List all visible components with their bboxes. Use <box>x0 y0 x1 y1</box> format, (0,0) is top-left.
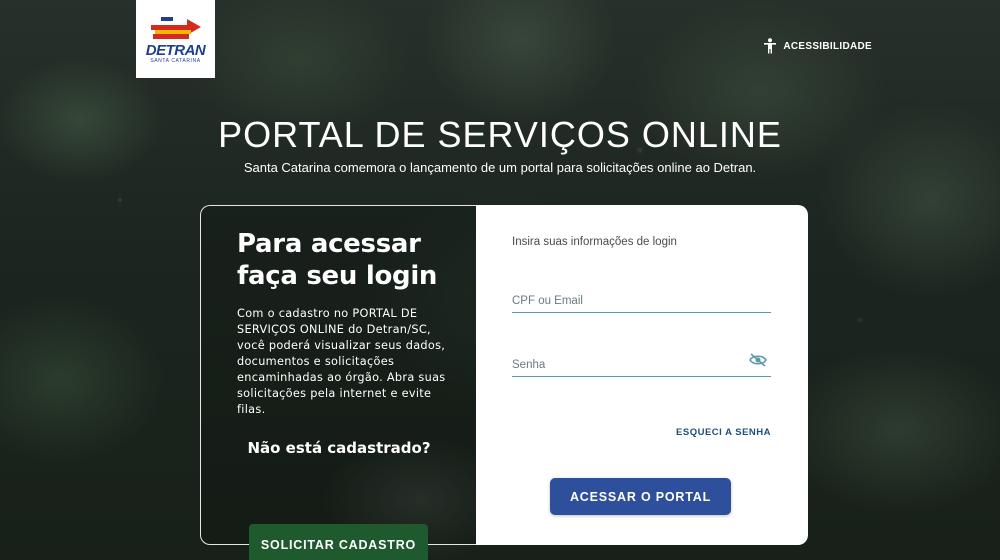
login-prompt: Insira suas informações de login <box>512 236 677 248</box>
login-card: Para acessar faça seu login Com o cadast… <box>200 205 808 560</box>
page-subtitle: Santa Catarina comemora o lançamento de … <box>243 160 757 175</box>
info-description: Com o cadastro no PORTAL DE SERVIÇOS ONL… <box>237 307 446 416</box>
detran-logo[interactable]: DETRAN SANTA CATARINA <box>136 0 215 78</box>
logo-wordmark: DETRAN <box>145 41 206 59</box>
register-button[interactable]: SOLICITAR CADASTRO <box>249 524 428 560</box>
info-title-line-2: faça seu login <box>237 261 438 291</box>
info-panel: Para acessar faça seu login Com o cadast… <box>200 205 476 560</box>
register-question: Não está cadastrado? <box>247 439 431 457</box>
eye-off-icon[interactable] <box>749 352 767 371</box>
info-title: Para acessar faça seu login <box>237 228 457 292</box>
page-title: PORTAL DE SERVIÇOS ONLINE <box>218 114 782 155</box>
logo-subtitle: SANTA CATARINA <box>150 57 201 64</box>
forgot-password-link[interactable]: ESQUECI A SENHA <box>676 427 771 438</box>
info-title-line-1: Para acessar <box>237 229 421 259</box>
accessibility-label: ACESSIBILIDADE <box>783 40 872 52</box>
accessibility-icon <box>764 38 777 54</box>
logo-flag-icon <box>150 16 201 39</box>
cpf-email-input[interactable] <box>512 283 771 312</box>
cpf-email-field-wrapper <box>512 283 771 313</box>
accessibility-button[interactable]: ACESSIBILIDADE <box>763 38 872 54</box>
password-field-wrapper <box>512 347 771 377</box>
password-input[interactable] <box>512 347 771 376</box>
login-form: Insira suas informações de login ESQUECI… <box>476 205 808 545</box>
login-button[interactable]: ACESSAR O PORTAL <box>550 478 731 515</box>
